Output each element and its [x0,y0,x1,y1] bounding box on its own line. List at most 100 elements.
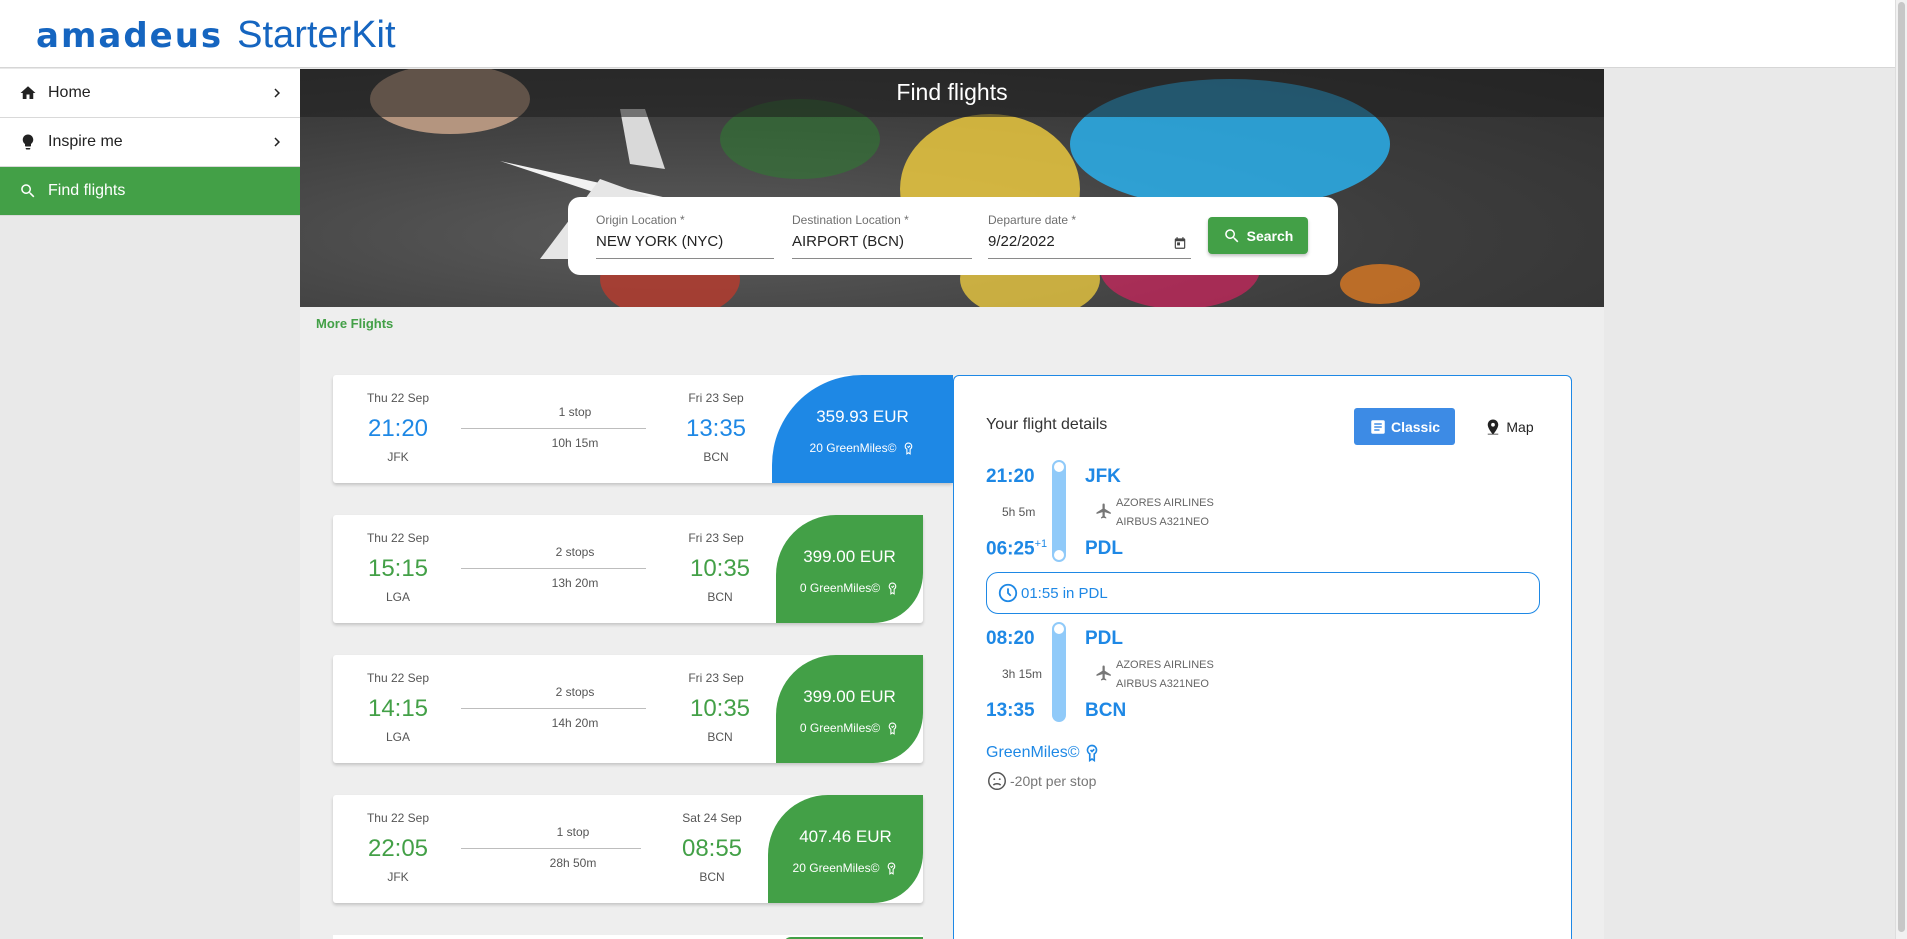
departure-date: Thu 22 Sep [366,391,430,405]
price-box[interactable]: 399.00 EUR 0 GreenMiles© [776,515,923,623]
map-pin-icon [1488,419,1499,434]
segment-departure-airport: PDL [1085,628,1123,649]
stops-count: 2 stops [555,685,595,699]
sidebar-item-label: Inspire me [48,133,123,150]
segment-arrival-time: 06:25+1 [986,538,1047,560]
timeline-start-dot [1052,460,1066,474]
search-button[interactable]: Search [1208,217,1308,254]
segment-duration: 3h 15m [1002,667,1043,681]
app-logo[interactable]: amadeus StarterKit [36,14,396,57]
airline-name: AZORES AIRLINES [1116,659,1214,671]
stops-count: 1 stop [556,825,590,839]
departure-time: 22:05 [367,835,429,862]
flight-card[interactable]: Thu 22 Sep 21:20 JFK 1 stop 10h 15m Fri … [333,375,953,483]
day-offset: +1 [1034,538,1048,550]
segment-airline-info: AZORES AIRLINES AIRBUS A321NEO [1116,494,1214,532]
departure-airport: LGA [385,730,410,744]
document-icon [1371,419,1385,434]
origin-input[interactable]: NEW YORK (NYC) [596,233,774,250]
departure-date: Thu 22 Sep [366,671,430,685]
price-box[interactable]: 407.46 EUR 20 GreenMiles© [768,795,923,903]
brand-name: amadeus [36,16,224,56]
segment-duration: 5h 5m [1002,505,1036,519]
search-button-label: Search [1246,227,1294,244]
greenmiles-heading: GreenMiles© [986,744,1101,762]
sidebar-item-inspire-me[interactable]: Inspire me [0,118,300,167]
segment-timeline [1052,462,1066,560]
home-icon [18,83,38,103]
departure-time: 21:20 [367,415,429,442]
departure-airport: LGA [385,590,410,604]
calendar-icon[interactable] [1173,236,1187,250]
flight-card[interactable]: Thu 22 Sep 22:05 JFK 1 stop 28h 50m Sat … [333,795,923,903]
price: 399.00 EUR [803,687,896,706]
layover-info: 01:55 in PDL [986,572,1540,614]
flight-details-panel: Your flight details Classic Map 21:20 5h… [953,375,1572,939]
origin-label: Origin Location * [596,213,685,227]
arrival-date: Fri 23 Sep [688,671,744,685]
departure-airport: JFK [387,450,409,464]
more-flights-link[interactable]: More Flights [316,316,393,331]
segment-arrival-time: 13:35 [986,700,1035,721]
classic-label: Classic [1390,418,1441,435]
flight-card[interactable] [333,935,923,939]
arrival-airport: BCN [707,730,733,744]
timeline-start-dot [1052,622,1066,636]
segment-arrival-airport: PDL [1085,538,1123,559]
sidebar-item-home[interactable]: Home [0,69,300,118]
eco-badge-icon [888,582,897,595]
arrival-time-value: 06:25 [986,538,1035,560]
greenmiles: 0 GreenMiles© [776,721,923,735]
greenmiles-text: 20 GreenMiles© [792,861,880,875]
flight-duration: 28h 50m [549,856,597,870]
arrival-date: Sat 24 Sep [682,811,742,825]
departure-airport: JFK [387,870,409,884]
flight-card[interactable]: Thu 22 Sep 14:15 LGA 2 stops 14h 20m Fri… [333,655,923,763]
greenmiles-note-text: -20pt per stop [1010,773,1097,789]
greenmiles-text: 0 GreenMiles© [799,581,881,595]
route-line [461,708,646,709]
destination-field[interactable]: Destination Location * AIRPORT (BCN) [792,213,972,259]
departure-date-input[interactable]: 9/22/2022 [988,233,1191,250]
search-icon [1224,228,1239,242]
route-line [461,848,641,849]
departure-date-field[interactable]: Departure date * 9/22/2022 [988,213,1191,259]
destination-label: Destination Location * [792,213,909,227]
price-box[interactable]: 359.93 EUR 20 GreenMiles© [772,375,953,483]
details-title: Your flight details [986,416,1108,433]
chevron-right-icon [274,137,280,147]
classic-view-button[interactable]: Classic [1354,408,1455,445]
price-box[interactable]: 399.00 EUR 0 GreenMiles© [776,655,923,763]
origin-field[interactable]: Origin Location * NEW YORK (NYC) [596,213,774,259]
sidebar-item-find-flights[interactable]: Find flights [0,167,300,216]
segment-timeline [1052,624,1066,722]
airplane-icon [1096,503,1111,519]
greenmiles-note: -20pt per stop [986,770,1096,792]
main-content: Find flights Origin Location * NEW YORK … [300,69,1604,939]
departure-date: Thu 22 Sep [366,531,430,545]
stops-count: 2 stops [555,545,595,559]
sidebar-item-label: Find flights [48,182,126,199]
flight-duration: 13h 20m [551,576,599,590]
map-label: Map [1506,418,1534,435]
segment-departure-time: 08:20 [986,628,1035,649]
aircraft-type: AIRBUS A321NEO [1116,516,1209,528]
eco-badge-icon [888,722,897,735]
flight-card[interactable]: Thu 22 Sep 15:15 LGA 2 stops 13h 20m Fri… [333,515,923,623]
product-name: StarterKit [237,14,396,56]
greenmiles-text: 20 GreenMiles© [809,441,897,455]
greenmiles: 20 GreenMiles© [772,441,953,455]
map-view-button[interactable]: Map [1474,408,1544,445]
hero-banner: Find flights Origin Location * NEW YORK … [300,69,1604,307]
arrival-time: 08:55 [681,835,743,862]
flight-duration: 14h 20m [551,716,599,730]
page-scrollbar[interactable] [1895,0,1907,939]
scrollbar-thumb[interactable] [1898,2,1905,932]
greenmiles: 0 GreenMiles© [776,581,923,595]
clock-icon [998,583,1018,603]
segment-airline-info: AZORES AIRLINES AIRBUS A321NEO [1116,656,1214,694]
destination-input[interactable]: AIRPORT (BCN) [792,233,972,250]
eco-badge-icon [888,862,896,875]
arrival-time: 10:35 [689,695,751,722]
timeline-end-dot [1052,548,1066,562]
